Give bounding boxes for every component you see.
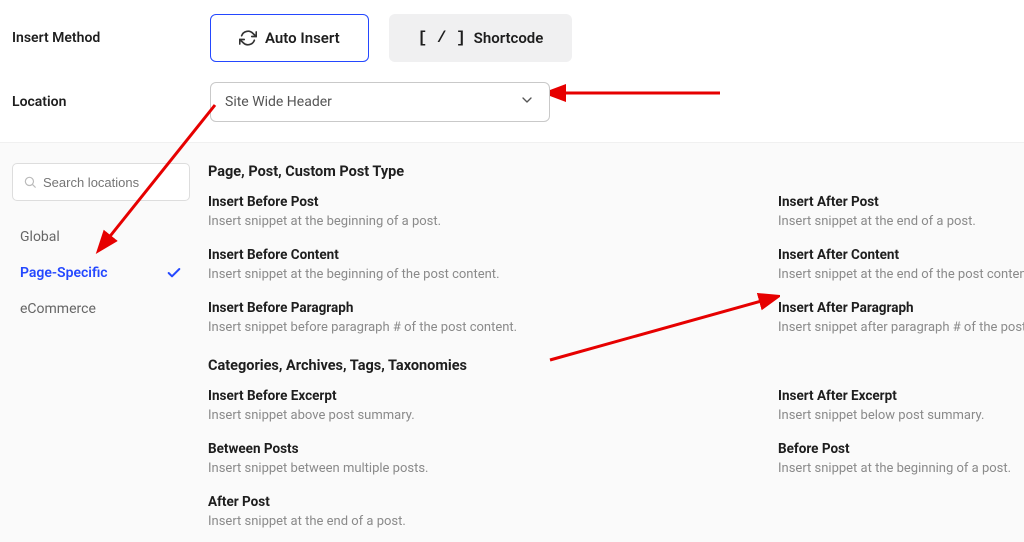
option-before-post[interactable]: Before Post Insert snippet at the beginn… [778, 441, 1024, 476]
group-heading-catt: Categories, Archives, Tags, Taxonomies [208, 357, 1024, 374]
category-global[interactable]: Global [12, 219, 190, 255]
option-title: Between Posts [208, 441, 768, 457]
option-title: Insert Before Excerpt [208, 388, 768, 404]
option-desc: Insert snippet at the beginning of the p… [208, 267, 768, 282]
option-desc: Insert snippet below post summary. [778, 408, 1024, 423]
chevron-down-icon [519, 92, 535, 112]
option-title: After Post [208, 494, 768, 510]
category-page-specific-label: Page-Specific [20, 265, 108, 281]
location-select-value: Site Wide Header [225, 94, 332, 110]
option-title: Before Post [778, 441, 1024, 457]
option-desc: Insert snippet at the end of the post co… [778, 267, 1024, 282]
option-title: Insert After Content [778, 247, 1024, 263]
option-desc: Insert snippet at the end of a post. [208, 514, 768, 529]
option-insert-before-content[interactable]: Insert Before Content Insert snippet at … [208, 247, 768, 282]
option-title: Insert Before Content [208, 247, 768, 263]
option-after-post[interactable]: After Post Insert snippet at the end of … [208, 494, 768, 529]
category-page-specific[interactable]: Page-Specific [12, 255, 190, 291]
search-locations-input[interactable] [43, 175, 179, 190]
category-ecommerce[interactable]: eCommerce [12, 291, 190, 327]
refresh-icon [239, 29, 257, 47]
option-insert-after-excerpt[interactable]: Insert After Excerpt Insert snippet belo… [778, 388, 1024, 423]
shortcode-label: Shortcode [474, 29, 544, 47]
shortcode-icon: [ / ] [418, 29, 466, 47]
check-icon [166, 265, 182, 281]
option-title: Insert After Post [778, 194, 1024, 210]
option-desc: Insert snippet before paragraph # of the… [208, 320, 768, 335]
option-insert-before-paragraph[interactable]: Insert Before Paragraph Insert snippet b… [208, 300, 768, 335]
option-title: Insert Before Paragraph [208, 300, 768, 316]
group-heading-ppcpt: Page, Post, Custom Post Type [208, 163, 1024, 180]
option-insert-after-post[interactable]: Insert After Post Insert snippet at the … [778, 194, 1024, 229]
option-insert-before-post[interactable]: Insert Before Post Insert snippet at the… [208, 194, 768, 229]
insert-method-label: Insert Method [0, 30, 210, 46]
option-desc: Insert snippet at the end of a post. [778, 214, 1024, 229]
auto-insert-button[interactable]: Auto Insert [210, 14, 369, 62]
shortcode-button[interactable]: [ / ] Shortcode [389, 14, 573, 62]
search-locations-wrapper[interactable] [12, 163, 190, 201]
auto-insert-label: Auto Insert [265, 29, 340, 47]
option-insert-after-paragraph[interactable]: Insert After Paragraph Insert snippet af… [778, 300, 1024, 335]
category-ecommerce-label: eCommerce [20, 301, 96, 317]
search-icon [23, 175, 37, 189]
option-desc: Insert snippet above post summary. [208, 408, 768, 423]
location-select[interactable]: Site Wide Header [210, 82, 550, 122]
option-insert-after-content[interactable]: Insert After Content Insert snippet at t… [778, 247, 1024, 282]
option-between-posts[interactable]: Between Posts Insert snippet between mul… [208, 441, 768, 476]
option-title: Insert Before Post [208, 194, 768, 210]
location-label: Location [0, 94, 210, 110]
option-title: Insert After Excerpt [778, 388, 1024, 404]
option-desc: Insert snippet between multiple posts. [208, 461, 768, 476]
category-global-label: Global [20, 229, 60, 245]
option-desc: Insert snippet after paragraph # of the … [778, 320, 1024, 335]
option-desc: Insert snippet at the beginning of a pos… [778, 461, 1024, 476]
option-insert-before-excerpt[interactable]: Insert Before Excerpt Insert snippet abo… [208, 388, 768, 423]
option-title: Insert After Paragraph [778, 300, 1024, 316]
option-desc: Insert snippet at the beginning of a pos… [208, 214, 768, 229]
